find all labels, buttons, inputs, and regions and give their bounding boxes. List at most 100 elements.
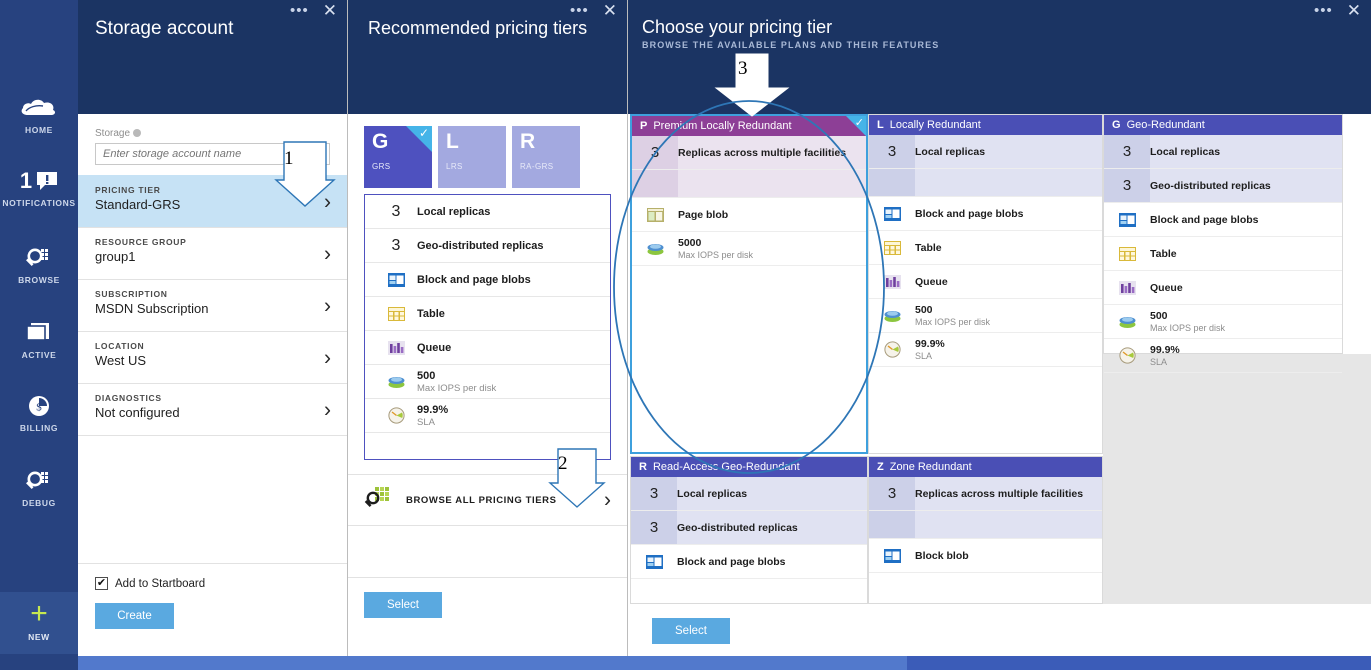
rail-item-browse[interactable]: BROWSE [0,245,78,285]
feature-row: 99.9% SLA [365,399,610,433]
browse-all-pricing-tiers-row[interactable]: BROWSE ALL PRICING TIERS › [348,474,627,526]
more-options-icon[interactable]: ••• [290,3,309,18]
rail-label-billing: BILLING [19,423,59,433]
chevron-right-icon: › [324,294,331,317]
card-row: Block blob [869,539,1102,573]
feature-label: Queue [417,341,452,354]
card-premium-locally-redundant[interactable]: P Premium Locally Redundant ✓ 3 Replicas… [630,114,868,454]
card-row: Queue [869,265,1102,299]
disk-icon [632,241,678,256]
more-options-icon[interactable]: ••• [1314,3,1333,18]
feature-sublabel: SLA [417,416,435,428]
card-row: 3 Local replicas [1104,135,1342,169]
browse-search-icon [26,248,48,266]
bottom-status-bar [78,656,1371,670]
card-row-number-bg: 3 [632,136,678,169]
left-nav-rail: HOME 1 NOTIFICATIONS BROWSE ACTIVE $ BIL… [0,0,78,670]
card-row: Block and page blobs [631,545,867,579]
blade-storage-account: ••• ✕ Storage account Storage PRICING TI… [78,0,348,670]
card-zone-redundant[interactable]: Z Zone Redundant 3 Replicas across multi… [868,456,1103,604]
card-read-access-geo-redundant[interactable]: R Read-Access Geo-Redundant 3 Local repl… [630,456,868,604]
row-diagnostics[interactable]: DIAGNOSTICS Not configured › [78,383,347,435]
row-resource-group-value: group1 [95,249,136,264]
feature-label: Local replicas [417,205,491,218]
rail-item-billing[interactable]: $ BILLING [0,393,78,433]
create-button[interactable]: Create [95,603,174,629]
tile-ragrs[interactable]: R RA-GRS [512,126,580,188]
card-row-number-bg: 3 [1104,169,1150,202]
card-row: 3 Local replicas [869,135,1102,169]
chevron-right-icon: › [324,398,331,421]
select-button-blade2[interactable]: Select [364,592,442,618]
feature-number: 3 [391,202,401,220]
feature-label: 99.9% SLA [417,403,449,428]
card-row-label: Local replicas [1150,145,1221,158]
card-geo-redundant[interactable]: G Geo-Redundant 3 Local replicas 3 Geo-d… [1103,114,1343,373]
sla-gauge-icon [375,407,417,424]
blade1-footer: ✔ Add to Startboard Create [78,563,347,629]
feature-label: Table [417,307,445,320]
card-row-label: 5000 Max IOPS per disk [678,237,754,260]
add-to-startboard-row[interactable]: ✔ Add to Startboard [95,577,330,590]
select-button-blade3[interactable]: Select [652,618,730,644]
card-row: Table [869,231,1102,265]
card-header-read-access: R Read-Access Geo-Redundant [631,457,867,477]
storage-name-input[interactable] [95,143,330,165]
card-row: Table [1104,237,1342,271]
rail-item-home[interactable]: HOME [0,95,78,135]
disk-icon [1104,314,1150,329]
close-icon[interactable]: ✕ [1347,2,1361,19]
queue-icon [1104,280,1150,295]
card-locally-redundant[interactable]: L Locally Redundant 3 Local replicas Blo… [868,114,1103,454]
rail-label-browse: BROWSE [18,275,60,285]
close-icon[interactable]: ✕ [323,2,337,19]
row-subscription-value: MSDN Subscription [95,301,209,316]
rail-item-active[interactable]: ACTIVE [0,320,78,360]
startboard-checkbox[interactable]: ✔ [95,577,108,590]
close-icon[interactable]: ✕ [603,2,617,19]
row-resource-group[interactable]: RESOURCE GROUP group1 › [78,227,347,279]
tile-lrs[interactable]: L LRS [438,126,506,188]
recommended-feature-list: 3 Local replicas 3 Geo-distributed repli… [364,194,611,460]
notification-icon [37,172,58,190]
rail-item-new[interactable]: + NEW [0,592,78,654]
disk-icon [869,308,915,323]
blade3-title: Choose your pricing tier [642,17,833,37]
row-location[interactable]: LOCATION West US › [78,331,347,383]
card-row-sublabel: Max IOPS per disk [915,317,991,327]
blade3-footer: Select [628,604,1371,644]
sla-gauge-icon [1104,347,1150,364]
card-row: Queue [1104,271,1342,305]
rail-item-notifications[interactable]: 1 NOTIFICATIONS [0,168,78,209]
card-row-number-bg: 3 [631,511,677,544]
row-pricing-tier-caption: PRICING TIER [95,185,161,195]
tile-grs[interactable]: ✓ G GRS [364,126,432,188]
blade-choose-pricing-tier: ••• ✕ Choose your pricing tier BROWSE TH… [628,0,1371,670]
card-row-sublabel: Max IOPS per disk [1150,323,1226,333]
tile-lrs-letter: L [446,130,459,153]
more-options-icon[interactable]: ••• [570,3,589,18]
tile-lrs-sub: LRS [446,162,463,171]
rail-item-debug[interactable]: DEBUG [0,468,78,508]
blob-icon [869,206,915,221]
row-location-value: West US [95,353,147,368]
card-row-number: 3 [887,485,897,502]
row-subscription[interactable]: SUBSCRIPTION MSDN Subscription › [78,279,347,331]
feature-label: Geo-distributed replicas [417,239,544,252]
blob-icon [375,272,417,287]
card-name: Read-Access Geo-Redundant [652,461,800,473]
row-pricing-tier[interactable]: PRICING TIER Standard-GRS › [78,175,347,227]
chevron-right-icon: › [324,346,331,369]
card-header-geo-redundant: G Geo-Redundant [1104,115,1342,135]
card-row: Page blob [632,198,866,232]
info-icon[interactable] [133,129,142,138]
card-name: Premium Locally Redundant [653,120,792,132]
card-row-blank [632,170,866,198]
feature-row: 500 Max IOPS per disk [365,365,610,399]
card-row-label: Replicas across multiple facilities [915,487,1084,500]
blade2-header: ••• ✕ Recommended pricing tiers [348,0,627,114]
card-row: 3 Replicas across multiple facilities [869,477,1102,511]
storage-name-label: Storage [95,128,330,139]
feature-row: 3 Local replicas [365,195,610,229]
rail-bottom-edge [0,656,78,670]
